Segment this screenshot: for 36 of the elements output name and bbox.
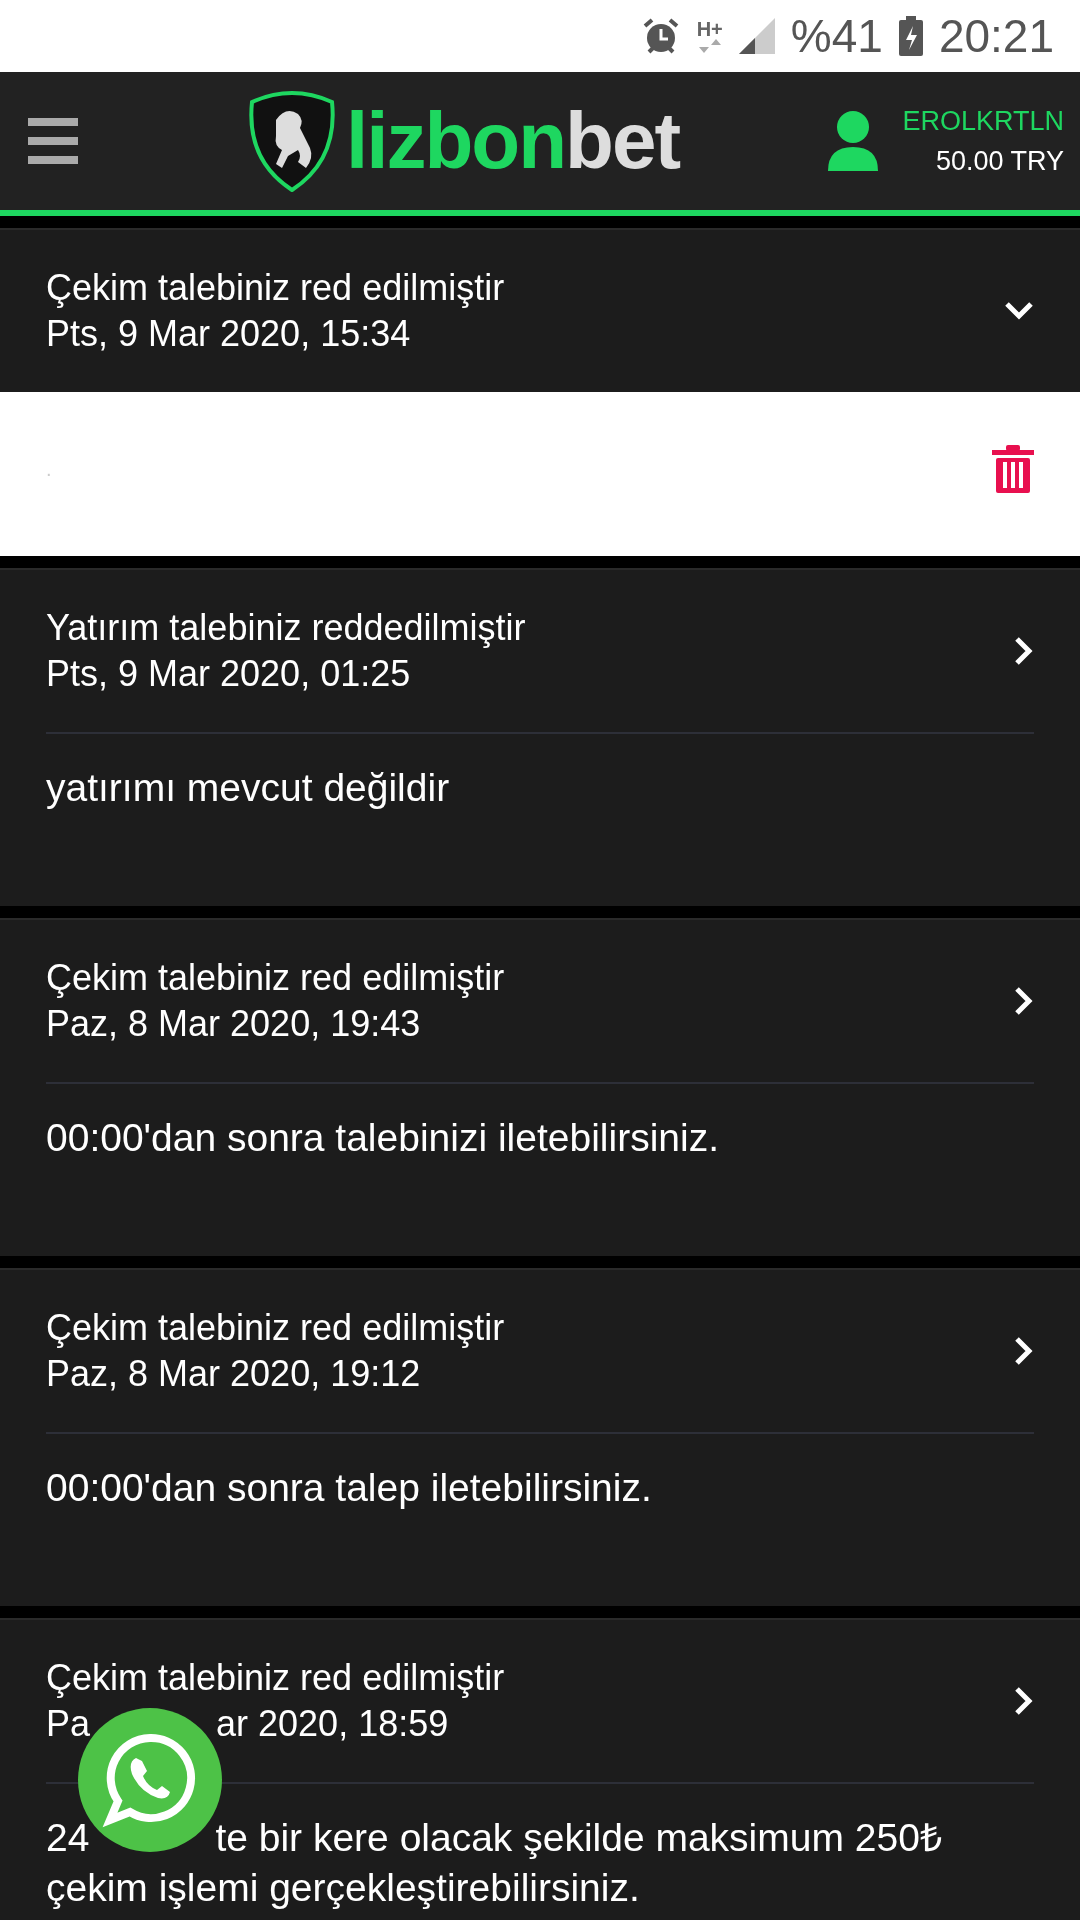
trash-icon[interactable] (992, 445, 1034, 493)
message-body: çekim işlemi gerçekleştirebilirsiniz. (46, 1866, 640, 1909)
battery-charging-icon (898, 16, 923, 56)
signal-icon (738, 18, 775, 54)
data-arrows-icon (698, 39, 721, 53)
message-body: yatırımı mevcut değildir (45, 765, 451, 811)
message-date: Pts, 9 Mar 2020, 15:34 (46, 312, 412, 356)
message-title: Çekim talebiniz red edilmiştir (46, 1656, 506, 1700)
clock-time: 20:21 (938, 8, 1054, 64)
message-date: Paz, 8 Mar 2020, 19:43 (46, 1002, 422, 1046)
message-title: Çekim talebiniz red edilmiştir (46, 956, 506, 1000)
message-body: . (46, 457, 53, 482)
message-title: Yatırım talebiniz reddedilmiştir (46, 606, 527, 650)
message-body: 00:00'dan sonra talebinizi iletebilirsiniz. (45, 1115, 720, 1161)
message-body: te bir kere olacak şekilde maksimum 250₺ (215, 1816, 942, 1859)
chevron-right-icon[interactable] (1014, 986, 1034, 1016)
account-balance: 50.00 TRY (935, 145, 1064, 178)
message-date: Pts, 9 Mar 2020, 01:25 (46, 652, 412, 696)
message-body: 00:00'dan sonra talep iletebilirsiniz. (45, 1465, 653, 1511)
shield-lion-icon (246, 90, 338, 192)
message-body: 24 (46, 1816, 90, 1859)
chevron-right-icon[interactable] (1014, 1336, 1034, 1366)
menu-button[interactable] (28, 118, 78, 164)
network-type-label: H+ (696, 19, 723, 39)
message-title: Çekim talebiniz red edilmiştir (46, 266, 506, 310)
message-date: ar 2020, 18:59 (216, 1703, 449, 1744)
battery-percent: %41 (790, 8, 883, 64)
chevron-right-icon[interactable] (1014, 636, 1034, 666)
message-date: Paz, 8 Mar 2020, 19:12 (46, 1352, 422, 1396)
logo-wordmark: lizbonbet (346, 101, 680, 181)
message-date: Pa (46, 1703, 91, 1744)
chevron-down-icon[interactable] (1004, 301, 1034, 321)
message-title: Çekim talebiniz red edilmiştir (46, 1306, 506, 1350)
chevron-right-icon[interactable] (1014, 1686, 1034, 1716)
user-icon[interactable] (828, 111, 879, 171)
username: EROLKRTLN (902, 104, 1064, 138)
